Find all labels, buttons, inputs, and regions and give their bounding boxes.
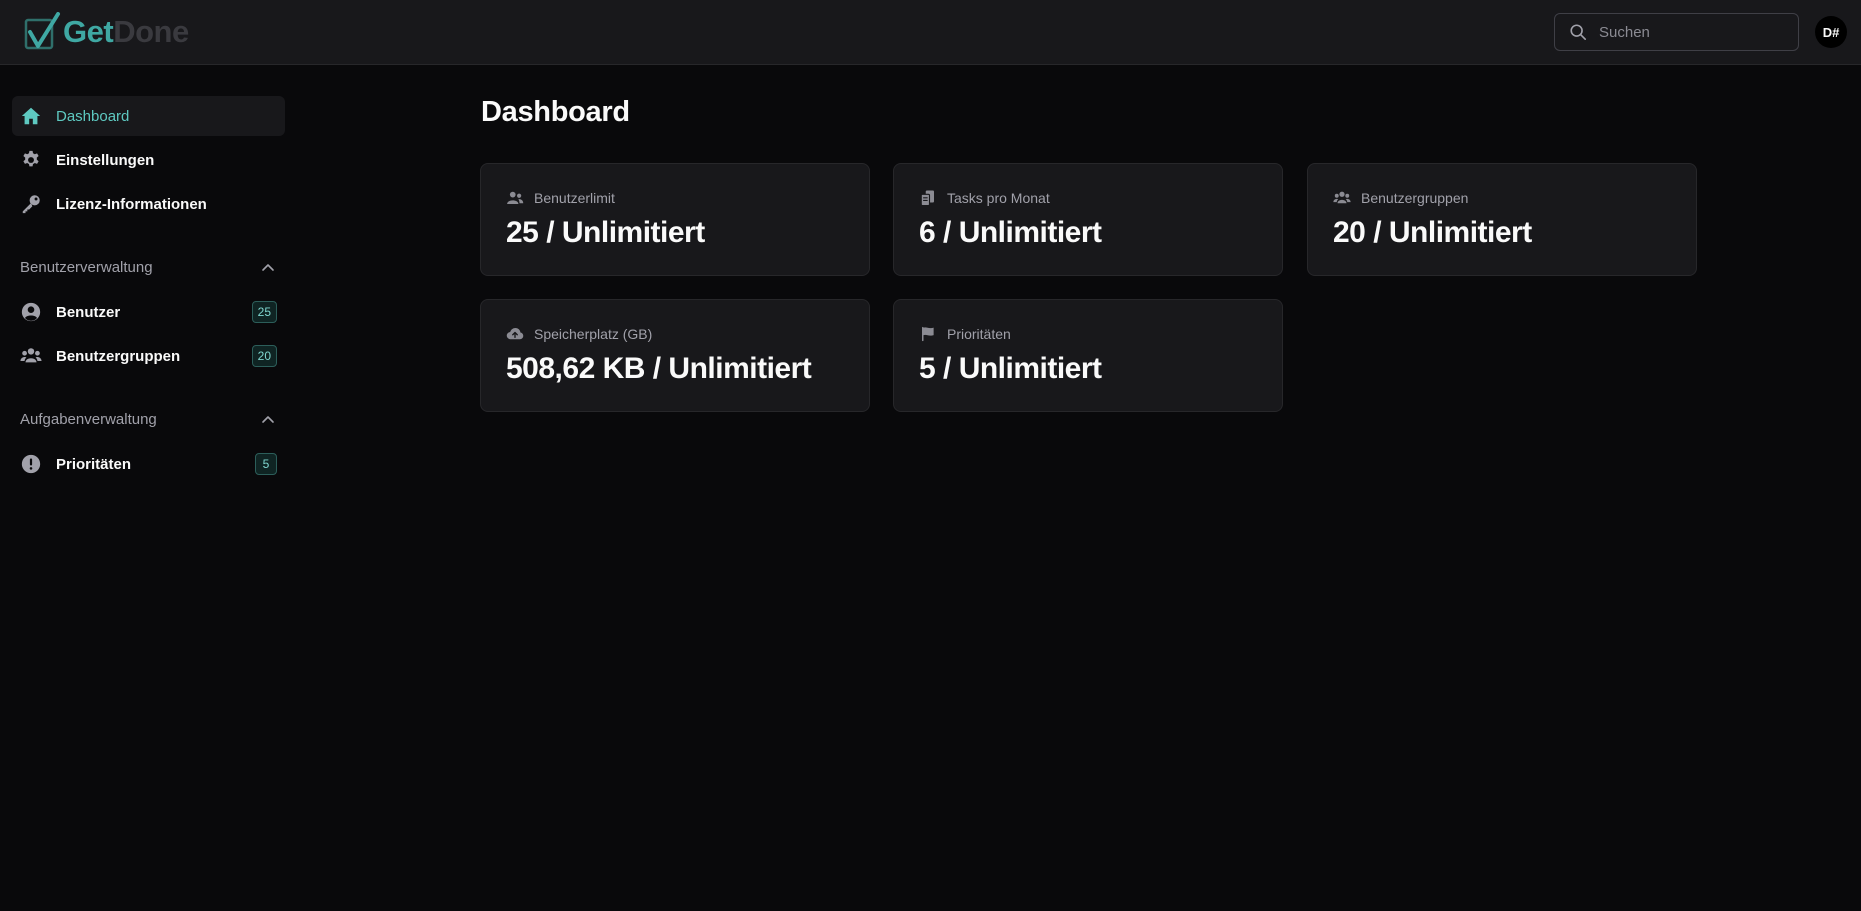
sidebar-item-einstellungen[interactable]: Einstellungen	[12, 140, 285, 180]
documents-icon	[920, 190, 934, 207]
section-aufgabenverwaltung[interactable]: Aufgabenverwaltung	[12, 402, 285, 436]
chevron-up-icon	[262, 264, 274, 271]
cloud-upload-icon	[506, 328, 524, 340]
card-value: 25 / Unlimitiert	[506, 216, 705, 249]
logo[interactable]: GetDone	[24, 10, 189, 54]
users-group-icon	[1333, 191, 1351, 204]
flag-icon	[922, 326, 934, 342]
sidebar-item-benutzergruppen[interactable]: Benutzergruppen 20	[12, 336, 285, 376]
section-title: Aufgabenverwaltung	[20, 410, 157, 428]
stat-card-prioritaeten: Prioritäten 5 / Unlimitiert	[893, 299, 1283, 412]
search-input[interactable]	[1599, 23, 1789, 41]
gear-icon	[20, 149, 42, 171]
top-bar: GetDone D#	[0, 0, 1861, 65]
sidebar-item-label: Einstellungen	[56, 151, 155, 169]
stat-card-tasks-pro-monat: Tasks pro Monat 6 / Unlimitiert	[893, 163, 1283, 276]
logo-text: GetDone	[63, 14, 189, 49]
sidebar-item-label: Lizenz-Informationen	[56, 195, 207, 213]
stat-card-benutzerlimit: Benutzerlimit 25 / Unlimitiert	[480, 163, 870, 276]
count-badge: 20	[251, 345, 277, 367]
card-label: Benutzergruppen	[1361, 190, 1469, 206]
card-value: 6 / Unlimitiert	[919, 216, 1102, 249]
sidebar-item-label: Benutzergruppen	[56, 347, 181, 365]
search-box[interactable]	[1554, 13, 1799, 51]
sidebar-item-dashboard[interactable]: Dashboard	[12, 96, 285, 136]
main-content: Dashboard	[481, 96, 630, 129]
home-icon	[20, 105, 42, 127]
card-label: Prioritäten	[947, 326, 1011, 342]
exclamation-circle-icon	[20, 453, 42, 475]
stat-card-benutzergruppen: Benutzergruppen 20 / Unlimitiert	[1307, 163, 1697, 276]
sidebar-item-label: Benutzer	[56, 303, 121, 321]
user-circle-icon	[20, 301, 42, 323]
card-label: Benutzerlimit	[534, 190, 615, 206]
chevron-up-icon	[262, 416, 274, 423]
page-title: Dashboard	[481, 96, 630, 128]
stat-card-speicherplatz: Speicherplatz (GB) 508,62 KB / Unlimitie…	[480, 299, 870, 412]
checkbox-check-icon	[24, 12, 60, 50]
section-title: Benutzerverwaltung	[20, 258, 153, 276]
count-badge: 25	[251, 301, 277, 323]
card-label: Tasks pro Monat	[947, 190, 1050, 206]
card-value: 20 / Unlimitiert	[1333, 216, 1532, 249]
sidebar: Dashboard Einstellungen Lizenz-Informati…	[12, 96, 285, 488]
sidebar-item-label: Dashboard	[56, 107, 130, 125]
search-icon	[1570, 24, 1587, 41]
count-badge: 5	[255, 453, 277, 475]
avatar[interactable]: D#	[1815, 16, 1847, 48]
section-benutzerverwaltung[interactable]: Benutzerverwaltung	[12, 250, 285, 284]
card-label: Speicherplatz (GB)	[534, 326, 653, 342]
sidebar-item-label: Prioritäten	[56, 455, 132, 473]
users-icon	[507, 191, 524, 204]
card-value: 508,62 KB / Unlimitiert	[506, 352, 812, 385]
sidebar-item-benutzer[interactable]: Benutzer 25	[12, 292, 285, 332]
sidebar-item-prioritaeten[interactable]: Prioritäten 5	[12, 444, 285, 484]
key-icon	[20, 193, 42, 215]
card-value: 5 / Unlimitiert	[919, 352, 1102, 385]
sidebar-item-lizenz-informationen[interactable]: Lizenz-Informationen	[12, 184, 285, 224]
users-group-icon	[20, 345, 42, 367]
